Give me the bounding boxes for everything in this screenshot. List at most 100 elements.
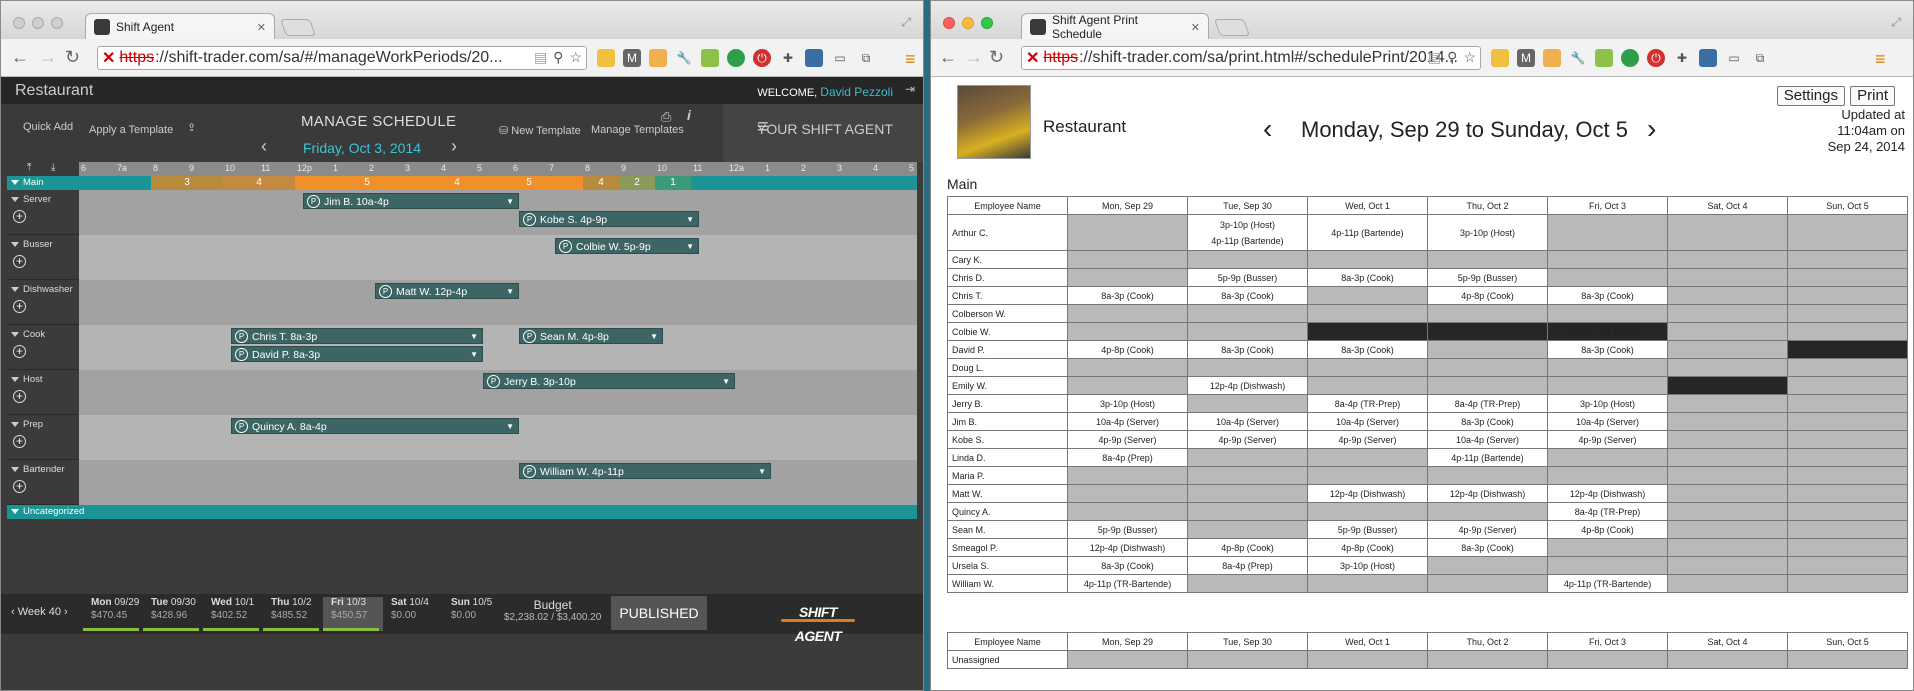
role-label[interactable]: Bartender	[11, 464, 65, 475]
fullscreen-icon[interactable]: ⤢	[1891, 15, 1901, 30]
day-tue[interactable]: Tue 09/30 $428.96	[143, 597, 203, 631]
address-bar[interactable]: ✕ https:// shift-trader.com/sa/print.htm…	[1021, 46, 1481, 70]
stop-icon[interactable]: ⏻	[753, 49, 771, 67]
role-label[interactable]: Dishwasher	[11, 284, 73, 295]
collapse-icon[interactable]: ⤓	[51, 162, 55, 173]
new-tab-button[interactable]	[279, 19, 317, 36]
dropdown-icon[interactable]: ▼	[722, 374, 730, 390]
extension-icon[interactable]	[1543, 49, 1561, 67]
shift-block[interactable]: P Matt W. 12p-4p ▼	[375, 283, 519, 299]
add-shift-icon[interactable]: +	[13, 390, 26, 403]
extension-icon[interactable]	[1491, 49, 1509, 67]
add-shift-icon[interactable]: +	[13, 255, 26, 268]
day-wed[interactable]: Wed 10/1 $402.52	[203, 597, 263, 631]
prev-week-button[interactable]: ‹	[1263, 113, 1272, 145]
role-label[interactable]: Cook	[11, 329, 45, 340]
dropdown-icon[interactable]: ▼	[506, 194, 514, 210]
shift-block[interactable]: P Quincy A. 8a-4p ▼	[231, 418, 519, 434]
dropdown-icon[interactable]: ▼	[686, 239, 694, 255]
next-day-button[interactable]: ›	[451, 136, 457, 157]
user-link[interactable]: David Pezzoli	[820, 85, 893, 99]
dropdown-icon[interactable]: ▼	[686, 212, 694, 228]
wrench-icon[interactable]: 🔧	[675, 49, 693, 67]
extension-icon[interactable]	[1621, 49, 1639, 67]
dropdown-icon[interactable]: ▼	[470, 329, 478, 345]
day-sun[interactable]: Sun 10/5 $0.00	[443, 597, 503, 631]
cast-icon[interactable]: ▭	[1725, 49, 1743, 67]
tab-print-schedule[interactable]: Shift Agent Print Schedule ✕	[1021, 13, 1209, 41]
group-uncategorized[interactable]: Uncategorized	[7, 505, 917, 519]
shift-block[interactable]: P Kobe S. 4p-9p ▼	[519, 211, 699, 227]
window-icon[interactable]: ⧉	[1751, 49, 1769, 67]
wrench-icon[interactable]: 🔧	[1569, 49, 1587, 67]
star-icon[interactable]: ☆	[569, 49, 582, 66]
role-row[interactable]	[79, 235, 917, 280]
role-label[interactable]: Busser	[11, 239, 53, 250]
dropdown-icon[interactable]: ▼	[650, 329, 658, 345]
role-label[interactable]: Host	[11, 374, 43, 385]
logout-icon[interactable]: ⇥	[905, 82, 915, 96]
day-thu[interactable]: Thu 10/2 $485.52	[263, 597, 323, 631]
shift-block[interactable]: P Colbie W. 5p-9p ▼	[555, 238, 699, 254]
extension-icon[interactable]: M	[1517, 49, 1535, 67]
extension-icon[interactable]	[727, 49, 745, 67]
manage-templates-button[interactable]: Manage Templates	[591, 124, 684, 136]
role-label[interactable]: Server	[11, 194, 51, 205]
new-tab-button[interactable]	[1213, 19, 1251, 36]
day-sat[interactable]: Sat 10/4 $0.00	[383, 597, 443, 631]
reload-icon[interactable]: ↻	[989, 47, 1004, 68]
close-icon[interactable]: ✕	[257, 21, 266, 34]
shift-block[interactable]: P Chris T. 8a-3p ▼	[231, 328, 483, 344]
window-icon[interactable]: ⧉	[857, 49, 875, 67]
apply-template-button[interactable]: Apply a Template	[89, 124, 173, 136]
extension-icon[interactable]	[649, 49, 667, 67]
dropdown-icon[interactable]: ▼	[758, 464, 766, 480]
add-shift-icon[interactable]: +	[13, 480, 26, 493]
add-shift-icon[interactable]: +	[13, 345, 26, 358]
forward-icon[interactable]: →	[965, 47, 983, 68]
print-icon[interactable]: ⎙	[661, 109, 671, 125]
forward-icon[interactable]: →	[39, 47, 57, 68]
menu-icon[interactable]: ≡	[1875, 49, 1886, 70]
tab-shift-agent[interactable]: Shift Agent ✕	[85, 13, 275, 40]
puzzle-icon[interactable]: ✚	[779, 49, 797, 67]
upload-icon[interactable]: ⇪	[187, 121, 196, 134]
fullscreen-icon[interactable]: ⤢	[901, 15, 911, 30]
settings-button[interactable]: Settings	[1776, 86, 1845, 106]
shift-block[interactable]: P Jim B. 10a-4p ▼	[303, 193, 519, 209]
add-shift-icon[interactable]: +	[13, 435, 26, 448]
back-icon[interactable]: ←	[11, 47, 29, 68]
shift-block[interactable]: P Sean M. 4p-8p ▼	[519, 328, 663, 344]
info-icon[interactable]: i	[687, 107, 691, 123]
back-icon[interactable]: ←	[939, 47, 957, 68]
window-controls[interactable]	[13, 17, 63, 29]
week-selector[interactable]: ‹ Week 40 ›	[11, 606, 68, 618]
search-icon[interactable]: ⚲	[1447, 49, 1457, 66]
next-week-icon[interactable]: ›	[64, 606, 68, 618]
extension-icon[interactable]	[1595, 49, 1613, 67]
role-row[interactable]	[79, 460, 917, 505]
shift-block[interactable]: P William W. 4p-11p ▼	[519, 463, 771, 479]
quick-add-button[interactable]: Quick Add	[23, 121, 73, 133]
shift-block[interactable]: P Jerry B. 3p-10p ▼	[483, 373, 735, 389]
shift-block[interactable]: P David P. 8a-3p ▼	[231, 346, 483, 362]
expand-icon[interactable]: ⤒	[27, 162, 31, 173]
reload-icon[interactable]: ↻	[65, 47, 80, 68]
next-week-button[interactable]: ›	[1647, 113, 1656, 145]
extension-icon[interactable]	[1699, 49, 1717, 67]
hamburger-icon[interactable]: ≡	[757, 116, 913, 139]
star-icon[interactable]: ☆	[1463, 49, 1476, 66]
role-label[interactable]: Prep	[11, 419, 43, 430]
published-button[interactable]: PUBLISHED	[611, 596, 707, 630]
cast-icon[interactable]: ▭	[831, 49, 849, 67]
search-icon[interactable]: ⚲	[553, 49, 563, 66]
add-shift-icon[interactable]: +	[13, 210, 26, 223]
prev-day-button[interactable]: ‹	[261, 136, 267, 157]
rss-icon[interactable]: ▤	[534, 49, 547, 66]
prev-week-icon[interactable]: ‹	[11, 606, 15, 618]
window-controls[interactable]	[943, 17, 993, 29]
your-shift-agent-panel[interactable]: YOUR SHIFT AGENT ≡	[723, 104, 923, 162]
extension-icon[interactable]	[597, 49, 615, 67]
day-mon[interactable]: Mon 09/29 $470.45	[83, 597, 143, 631]
menu-icon[interactable]: ≡	[905, 49, 916, 70]
